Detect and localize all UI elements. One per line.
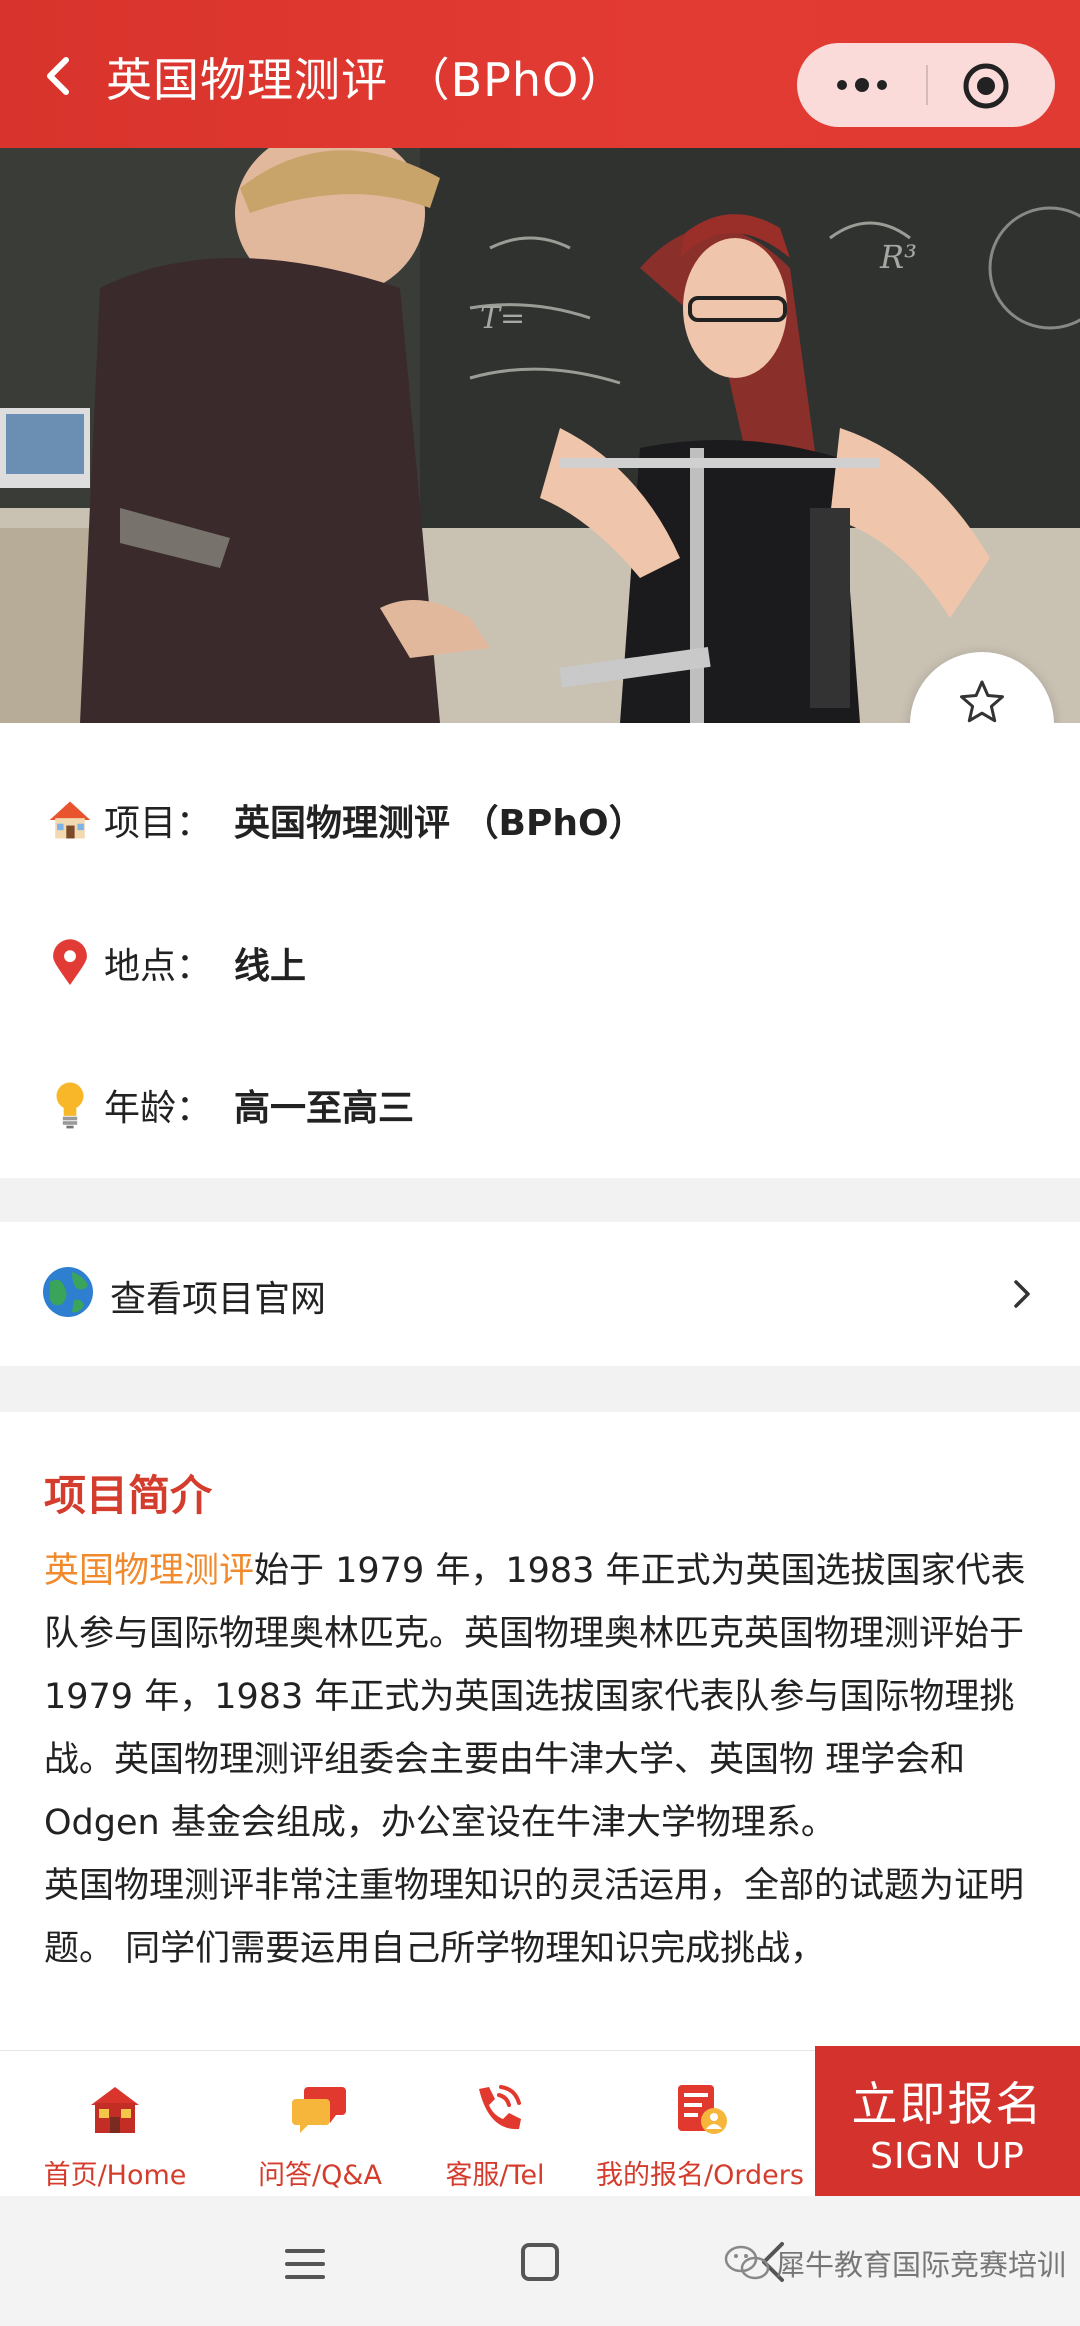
close-miniprogram-button[interactable] [961, 61, 1011, 111]
svg-text:R³: R³ [879, 238, 917, 276]
location-value: 线上 [234, 946, 307, 987]
more-options-button[interactable] [827, 63, 897, 107]
miniprogram-capsule [797, 43, 1055, 127]
location-label: 地点： [104, 946, 213, 987]
age-value: 高一至高三 [234, 1088, 415, 1129]
intro-text-1: 始于 1979 年，1983 年正式为英国选拔国家代表队参与国际物理奥林匹克。英… [44, 1551, 1026, 1843]
tab-orders-label: 我的报名/Orders [596, 2160, 804, 2191]
sign-up-label-cn: 立即报名 [851, 2076, 1044, 2131]
watermark-text: 犀牛教育国际竞赛培训 [776, 2248, 1067, 2282]
lab-photo: T= R³ [0, 148, 1080, 723]
info-row-age: 年龄： 高一至高三 [44, 1075, 414, 1135]
globe-icon [43, 1267, 93, 1317]
back-button[interactable] [36, 52, 84, 100]
capsule-divider [926, 65, 928, 105]
tab-home-label: 首页/Home [43, 2160, 187, 2191]
intro-heading: 项目简介 [44, 1471, 213, 1520]
star-icon [960, 680, 1004, 722]
sign-up-button[interactable]: 立即报名 SIGN UP [815, 2046, 1080, 2198]
intro-text-2: 英国物理测评非常注重物理知识的灵活运用，全部的试题为证明题。 同学们需要运用自己… [44, 1866, 1025, 1969]
age-label: 年龄： [104, 1088, 213, 1129]
tab-home[interactable]: 首页/Home [30, 2051, 200, 2197]
intro-highlight: 英国物理测评 [44, 1551, 255, 1591]
info-row-location: 地点： 线上 [44, 933, 306, 993]
dot-icon [837, 80, 847, 90]
tab-orders[interactable]: 我的报名/Orders [590, 2051, 810, 2197]
tab-tel[interactable]: 客服/Tel [430, 2051, 560, 2197]
home-square-icon[interactable] [520, 2242, 560, 2282]
project-intro-section: 项目简介 英国物理测评始于 1979 年，1983 年正式为英国选拔国家代表队参… [0, 1412, 1080, 2052]
dot-icon [855, 78, 869, 92]
top-nav-bar: 英国物理测评 （BPhO） [0, 0, 1080, 148]
info-row-project: 项目： 英国物理测评 （BPhO） [44, 790, 645, 850]
page-title: 英国物理测评 （BPhO） [106, 53, 627, 107]
project-value: 英国物理测评 （BPhO） [234, 803, 645, 844]
target-circle-icon [963, 63, 1009, 109]
svg-text:T=: T= [480, 301, 525, 336]
home-icon [91, 2087, 139, 2133]
recent-apps-icon[interactable] [283, 2246, 327, 2282]
tab-qa-label: 问答/Q&A [258, 2160, 382, 2191]
chevron-left-icon [47, 57, 69, 95]
location-pin-icon [44, 935, 96, 991]
lightbulb-icon [44, 1077, 96, 1133]
official-website-label: 查看项目官网 [110, 1279, 327, 1320]
project-label: 项目： [104, 803, 213, 844]
chevron-right-icon [1014, 1280, 1030, 1308]
registration-icon [678, 2085, 727, 2134]
intro-paragraph: 英国物理测评始于 1979 年，1983 年正式为英国选拔国家代表队参与国际物理… [44, 1540, 1044, 1981]
hero-image: T= R³ [0, 148, 1080, 723]
dot-icon [877, 80, 887, 90]
house-icon [44, 792, 96, 848]
chat-bubbles-icon [292, 2087, 346, 2133]
project-info-card: 项目： 英国物理测评 （BPhO） 地点： 线上 年龄： 高一至高三 [0, 723, 1080, 1178]
official-website-link[interactable]: 查看项目官网 [0, 1222, 1080, 1366]
phone-icon [479, 2085, 521, 2130]
wechat-icon [724, 2245, 770, 2280]
watermark: 犀牛教育国际竞赛培训 [724, 2242, 1066, 2284]
sign-up-label-en: SIGN UP [870, 2135, 1025, 2177]
tab-tel-label: 客服/Tel [445, 2160, 545, 2191]
tab-qa[interactable]: 问答/Q&A [240, 2051, 400, 2197]
